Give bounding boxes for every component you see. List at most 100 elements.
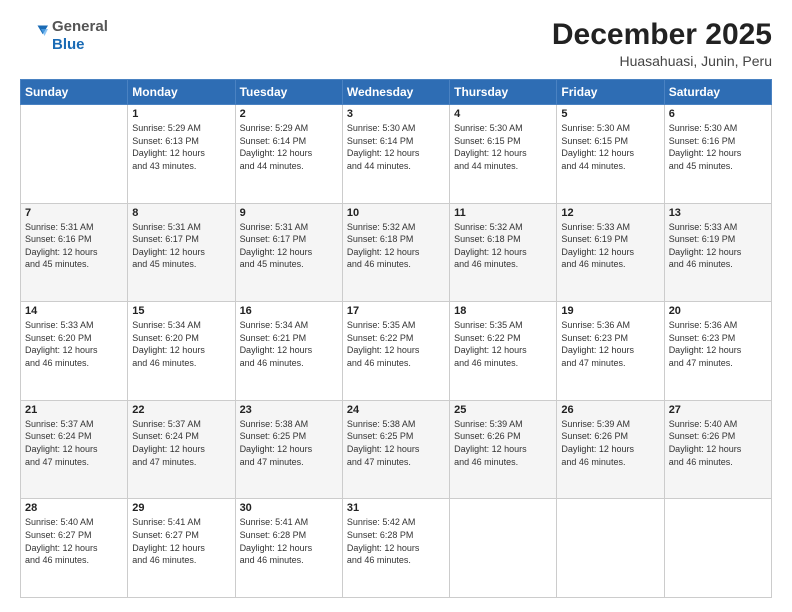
day-info: Sunrise: 5:29 AM Sunset: 6:13 PM Dayligh… — [132, 122, 230, 172]
calendar-cell: 9 Sunrise: 5:31 AM Sunset: 6:17 PM Daylig… — [235, 203, 342, 302]
col-header-friday: Friday — [557, 80, 664, 105]
day-info: Sunrise: 5:34 AM Sunset: 6:21 PM Dayligh… — [240, 319, 338, 369]
col-header-sunday: Sunday — [21, 80, 128, 105]
day-number: 15 — [132, 305, 230, 317]
calendar-cell: 15 Sunrise: 5:34 AM Sunset: 6:20 PM Dayli… — [128, 302, 235, 401]
calendar-cell: 3Sunrise: 5:30 AM Sunset: 6:14 PM Daylig… — [342, 105, 449, 204]
calendar-cell: 28 Sunrise: 5:40 AM Sunset: 6:27 PM Dayli… — [21, 499, 128, 598]
col-header-thursday: Thursday — [450, 80, 557, 105]
calendar-cell: 17Sunrise: 5:35 AM Sunset: 6:22 PM Dayli… — [342, 302, 449, 401]
day-info: Sunrise: 5:33 AM Sunset: 6:19 PM Dayligh… — [561, 221, 659, 271]
calendar-cell: 26 Sunrise: 5:39 AM Sunset: 6:26 PM Dayli… — [557, 400, 664, 499]
day-number: 28 — [25, 502, 123, 514]
week-row-1: 1Sunrise: 5:29 AM Sunset: 6:13 PM Daylig… — [21, 105, 772, 204]
calendar-cell: 27 Sunrise: 5:40 AM Sunset: 6:26 PM Dayli… — [664, 400, 771, 499]
day-info: Sunrise: 5:31 AM Sunset: 6:17 PM Dayligh… — [240, 221, 338, 271]
day-number: 6 — [669, 108, 767, 120]
day-number: 19 — [561, 305, 659, 317]
day-number: 8 — [132, 207, 230, 219]
day-info: Sunrise: 5:40 AM Sunset: 6:26 PM Dayligh… — [669, 418, 767, 468]
day-number: 3 — [347, 108, 445, 120]
day-info: Sunrise: 5:37 AM Sunset: 6:24 PM Dayligh… — [25, 418, 123, 468]
calendar-cell: 30 Sunrise: 5:41 AM Sunset: 6:28 PM Dayli… — [235, 499, 342, 598]
day-info: Sunrise: 5:30 AM Sunset: 6:15 PM Dayligh… — [454, 122, 552, 172]
day-info: Sunrise: 5:32 AM Sunset: 6:18 PM Dayligh… — [347, 221, 445, 271]
day-number: 16 — [240, 305, 338, 317]
day-number: 30 — [240, 502, 338, 514]
day-number: 27 — [669, 404, 767, 416]
col-header-wednesday: Wednesday — [342, 80, 449, 105]
calendar-subtitle: Huasahuasi, Junin, Peru — [552, 53, 772, 69]
calendar-cell: 29Sunrise: 5:41 AM Sunset: 6:27 PM Dayli… — [128, 499, 235, 598]
day-number: 21 — [25, 404, 123, 416]
day-number: 18 — [454, 305, 552, 317]
day-number: 4 — [454, 108, 552, 120]
header: General Blue December 2025 Huasahuasi, J… — [20, 18, 772, 69]
calendar-table: SundayMondayTuesdayWednesdayThursdayFrid… — [20, 79, 772, 598]
calendar-cell — [557, 499, 664, 598]
title-block: December 2025 Huasahuasi, Junin, Peru — [552, 18, 772, 69]
calendar-cell: 11Sunrise: 5:32 AM Sunset: 6:18 PM Dayli… — [450, 203, 557, 302]
day-number: 24 — [347, 404, 445, 416]
col-header-saturday: Saturday — [664, 80, 771, 105]
day-number: 9 — [240, 207, 338, 219]
day-info: Sunrise: 5:41 AM Sunset: 6:27 PM Dayligh… — [132, 516, 230, 566]
col-header-tuesday: Tuesday — [235, 80, 342, 105]
day-info: Sunrise: 5:29 AM Sunset: 6:14 PM Dayligh… — [240, 122, 338, 172]
week-row-5: 28 Sunrise: 5:40 AM Sunset: 6:27 PM Dayli… — [21, 499, 772, 598]
day-info: Sunrise: 5:32 AM Sunset: 6:18 PM Dayligh… — [454, 221, 552, 271]
calendar-cell: 14Sunrise: 5:33 AM Sunset: 6:20 PM Dayli… — [21, 302, 128, 401]
calendar-cell — [21, 105, 128, 204]
calendar-cell: 24 Sunrise: 5:38 AM Sunset: 6:25 PM Dayli… — [342, 400, 449, 499]
day-info: Sunrise: 5:33 AM Sunset: 6:19 PM Dayligh… — [669, 221, 767, 271]
day-number: 20 — [669, 305, 767, 317]
calendar-cell: 10Sunrise: 5:32 AM Sunset: 6:18 PM Dayli… — [342, 203, 449, 302]
calendar-cell: 25 Sunrise: 5:39 AM Sunset: 6:26 PM Dayli… — [450, 400, 557, 499]
calendar-cell: 7 Sunrise: 5:31 AM Sunset: 6:16 PM Daylig… — [21, 203, 128, 302]
calendar-cell — [664, 499, 771, 598]
day-number: 22 — [132, 404, 230, 416]
day-info: Sunrise: 5:41 AM Sunset: 6:28 PM Dayligh… — [240, 516, 338, 566]
day-number: 12 — [561, 207, 659, 219]
day-info: Sunrise: 5:34 AM Sunset: 6:20 PM Dayligh… — [132, 319, 230, 369]
day-info: Sunrise: 5:42 AM Sunset: 6:28 PM Dayligh… — [347, 516, 445, 566]
day-info: Sunrise: 5:30 AM Sunset: 6:16 PM Dayligh… — [669, 122, 767, 172]
day-info: Sunrise: 5:36 AM Sunset: 6:23 PM Dayligh… — [669, 319, 767, 369]
day-number: 31 — [347, 502, 445, 514]
day-info: Sunrise: 5:36 AM Sunset: 6:23 PM Dayligh… — [561, 319, 659, 369]
day-number: 25 — [454, 404, 552, 416]
day-number: 5 — [561, 108, 659, 120]
day-info: Sunrise: 5:31 AM Sunset: 6:16 PM Dayligh… — [25, 221, 123, 271]
day-info: Sunrise: 5:40 AM Sunset: 6:27 PM Dayligh… — [25, 516, 123, 566]
day-info: Sunrise: 5:31 AM Sunset: 6:17 PM Dayligh… — [132, 221, 230, 271]
logo-text: General Blue — [52, 18, 108, 54]
logo-icon — [20, 22, 48, 50]
week-row-4: 21 Sunrise: 5:37 AM Sunset: 6:24 PM Dayli… — [21, 400, 772, 499]
calendar-cell: 16 Sunrise: 5:34 AM Sunset: 6:21 PM Dayli… — [235, 302, 342, 401]
calendar-cell: 21 Sunrise: 5:37 AM Sunset: 6:24 PM Dayli… — [21, 400, 128, 499]
logo-general: General — [52, 18, 108, 36]
week-row-2: 7 Sunrise: 5:31 AM Sunset: 6:16 PM Daylig… — [21, 203, 772, 302]
calendar-cell — [450, 499, 557, 598]
day-info: Sunrise: 5:33 AM Sunset: 6:20 PM Dayligh… — [25, 319, 123, 369]
calendar-cell: 19 Sunrise: 5:36 AM Sunset: 6:23 PM Dayli… — [557, 302, 664, 401]
calendar-cell: 12 Sunrise: 5:33 AM Sunset: 6:19 PM Dayli… — [557, 203, 664, 302]
header-row: SundayMondayTuesdayWednesdayThursdayFrid… — [21, 80, 772, 105]
day-info: Sunrise: 5:38 AM Sunset: 6:25 PM Dayligh… — [347, 418, 445, 468]
logo-blue: Blue — [52, 36, 108, 54]
day-number: 17 — [347, 305, 445, 317]
day-info: Sunrise: 5:35 AM Sunset: 6:22 PM Dayligh… — [454, 319, 552, 369]
day-info: Sunrise: 5:39 AM Sunset: 6:26 PM Dayligh… — [561, 418, 659, 468]
day-number: 7 — [25, 207, 123, 219]
calendar-title: December 2025 — [552, 18, 772, 51]
calendar-cell: 13Sunrise: 5:33 AM Sunset: 6:19 PM Dayli… — [664, 203, 771, 302]
day-info: Sunrise: 5:37 AM Sunset: 6:24 PM Dayligh… — [132, 418, 230, 468]
day-info: Sunrise: 5:30 AM Sunset: 6:15 PM Dayligh… — [561, 122, 659, 172]
calendar-cell: 22 Sunrise: 5:37 AM Sunset: 6:24 PM Dayli… — [128, 400, 235, 499]
day-info: Sunrise: 5:38 AM Sunset: 6:25 PM Dayligh… — [240, 418, 338, 468]
calendar-cell: 6 Sunrise: 5:30 AM Sunset: 6:16 PM Daylig… — [664, 105, 771, 204]
calendar-cell: 23Sunrise: 5:38 AM Sunset: 6:25 PM Dayli… — [235, 400, 342, 499]
calendar-cell: 5 Sunrise: 5:30 AM Sunset: 6:15 PM Daylig… — [557, 105, 664, 204]
day-number: 26 — [561, 404, 659, 416]
day-info: Sunrise: 5:39 AM Sunset: 6:26 PM Dayligh… — [454, 418, 552, 468]
